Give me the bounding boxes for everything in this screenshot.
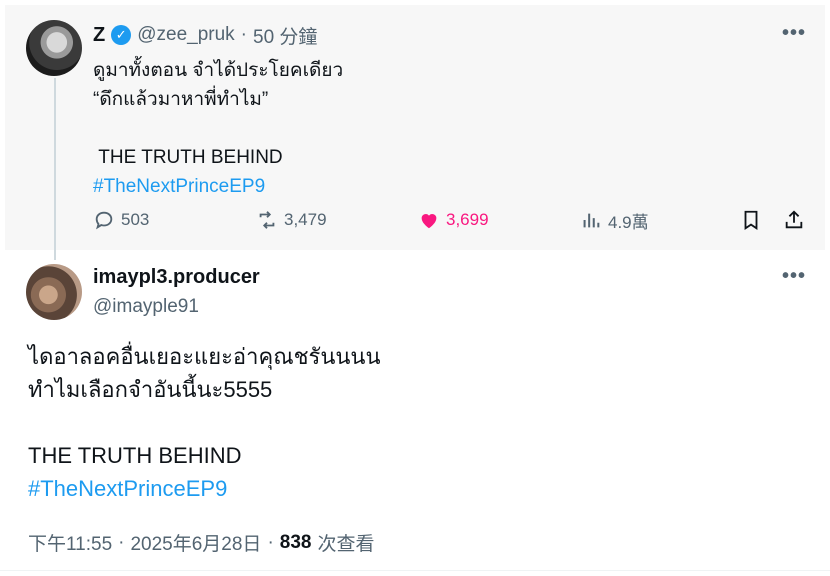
tweet-meta: 下午11:55 · 2025年6月28日 · 838 次查看: [28, 529, 374, 556]
timestamp[interactable]: 50 分鐘: [253, 22, 317, 49]
text-line: ไดอาลอคอื่นเยอะแยะอ่าคุณชรันนนน: [28, 344, 381, 369]
separator: ·: [267, 531, 274, 553]
verified-badge-icon: ✓: [111, 25, 132, 45]
heart-icon: [421, 214, 437, 229]
views-count: 838: [279, 531, 312, 553]
hashtag-link[interactable]: #TheNextPrinceEP9: [28, 476, 227, 501]
hashtag-link[interactable]: #TheNextPrinceEP9: [93, 176, 265, 197]
divider: [0, 570, 830, 571]
handle[interactable]: @zee_pruk: [137, 24, 234, 46]
reply-button[interactable]: 503: [93, 205, 149, 235]
more-icon[interactable]: •••: [782, 265, 806, 288]
like-count: 3,699: [446, 210, 489, 229]
reply-count: 503: [121, 210, 150, 229]
more-icon[interactable]: •••: [782, 22, 806, 45]
bookmark-button[interactable]: [740, 205, 762, 235]
main-tweet-text: ไดอาลอคอื่นเยอะแยะอ่าคุณชรันนนน ทำไมเลือ…: [28, 340, 381, 505]
text-line: ดูมาทั้งตอน จำได้ประโยคเดียว: [93, 60, 344, 81]
bookmark-icon: [744, 210, 758, 230]
reply-icon: [95, 211, 113, 230]
views-button[interactable]: 4.9萬: [580, 205, 649, 235]
views-count: 4.9萬: [608, 212, 649, 232]
views-label: 次查看: [317, 534, 375, 555]
retweet-button[interactable]: 3,479: [256, 205, 327, 235]
thread-line: [54, 78, 56, 260]
retweet-count: 3,479: [284, 210, 327, 229]
avatar[interactable]: [26, 20, 82, 76]
parent-tweet-header: Z ✓ @zee_pruk · 50 分鐘: [93, 22, 317, 49]
action-bar: 503 3,479 3,699 4.9萬: [93, 205, 813, 235]
like-button[interactable]: 3,699: [418, 205, 489, 235]
avatar[interactable]: [26, 264, 82, 320]
share-button[interactable]: [783, 205, 805, 235]
parent-tweet-text: ดูมาทั้งตอน จำได้ประโยคเดียว “ดึกแล้วมาห…: [93, 56, 343, 201]
tweet-time[interactable]: 下午11:55: [28, 529, 112, 556]
separator: ·: [118, 531, 125, 553]
handle[interactable]: @imayple91: [93, 296, 199, 318]
display-name[interactable]: imaypl3.producer: [93, 266, 260, 289]
display-name[interactable]: Z: [93, 24, 105, 47]
separator: ·: [240, 24, 247, 45]
text-line: “ดึกแล้วมาหาพี่ทำไม”: [93, 89, 269, 110]
views-icon: [583, 213, 600, 228]
text-line: THE TRUTH BEHIND: [93, 147, 283, 168]
tweet-date[interactable]: 2025年6月28日: [130, 529, 261, 556]
text-line: THE TRUTH BEHIND: [28, 443, 242, 468]
share-icon: [785, 210, 803, 229]
text-line: ทำไมเลือกจำอันนี้นะ5555: [28, 377, 273, 402]
retweet-icon: [259, 211, 275, 229]
